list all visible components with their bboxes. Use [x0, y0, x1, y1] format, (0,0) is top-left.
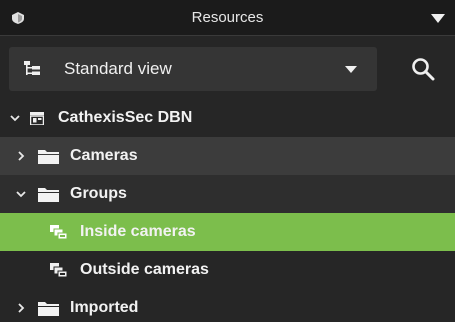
view-dropdown-label: Standard view — [64, 59, 172, 78]
panel-title: Resources — [191, 9, 264, 26]
tree-view-icon — [24, 61, 40, 75]
tree-item-label: Imported — [70, 299, 139, 316]
tree-item-label: Groups — [70, 185, 127, 202]
camera-group-icon — [50, 225, 68, 240]
chevron-right-icon[interactable] — [15, 302, 27, 314]
chevron-down-icon[interactable] — [9, 112, 21, 124]
server-icon — [30, 112, 44, 125]
toolbar: Standard view — [0, 36, 455, 98]
tree-root-label: CathexisSec DBN — [58, 109, 193, 126]
search-button[interactable] — [401, 47, 445, 91]
resources-panel: Resources Standard view CathexisSec DBN … — [0, 0, 455, 322]
tree-item-cameras[interactable]: Cameras — [0, 137, 455, 175]
panel-header: Resources — [0, 0, 455, 36]
view-dropdown[interactable]: Standard view — [9, 47, 377, 91]
tree-item-groups[interactable]: Groups — [0, 175, 455, 213]
folder-icon — [38, 302, 59, 316]
tree-root[interactable]: CathexisSec DBN — [0, 99, 455, 137]
search-icon — [412, 58, 435, 81]
tree-item-outside-cameras[interactable]: Outside cameras — [0, 251, 455, 289]
tree-item-label: Outside cameras — [80, 261, 209, 278]
chevron-down-icon — [345, 66, 357, 73]
folder-icon — [38, 188, 59, 202]
tree-item-imported[interactable]: Imported — [0, 289, 455, 322]
chevron-right-icon[interactable] — [15, 150, 27, 162]
tree-item-label: Inside cameras — [80, 223, 196, 240]
tree-item-inside-cameras[interactable]: Inside cameras — [0, 213, 455, 251]
caret-down-icon[interactable] — [431, 14, 445, 23]
chevron-down-icon[interactable] — [15, 188, 27, 200]
tree-item-label: Cameras — [70, 147, 138, 164]
camera-group-icon — [50, 263, 68, 278]
folder-icon — [38, 150, 59, 164]
